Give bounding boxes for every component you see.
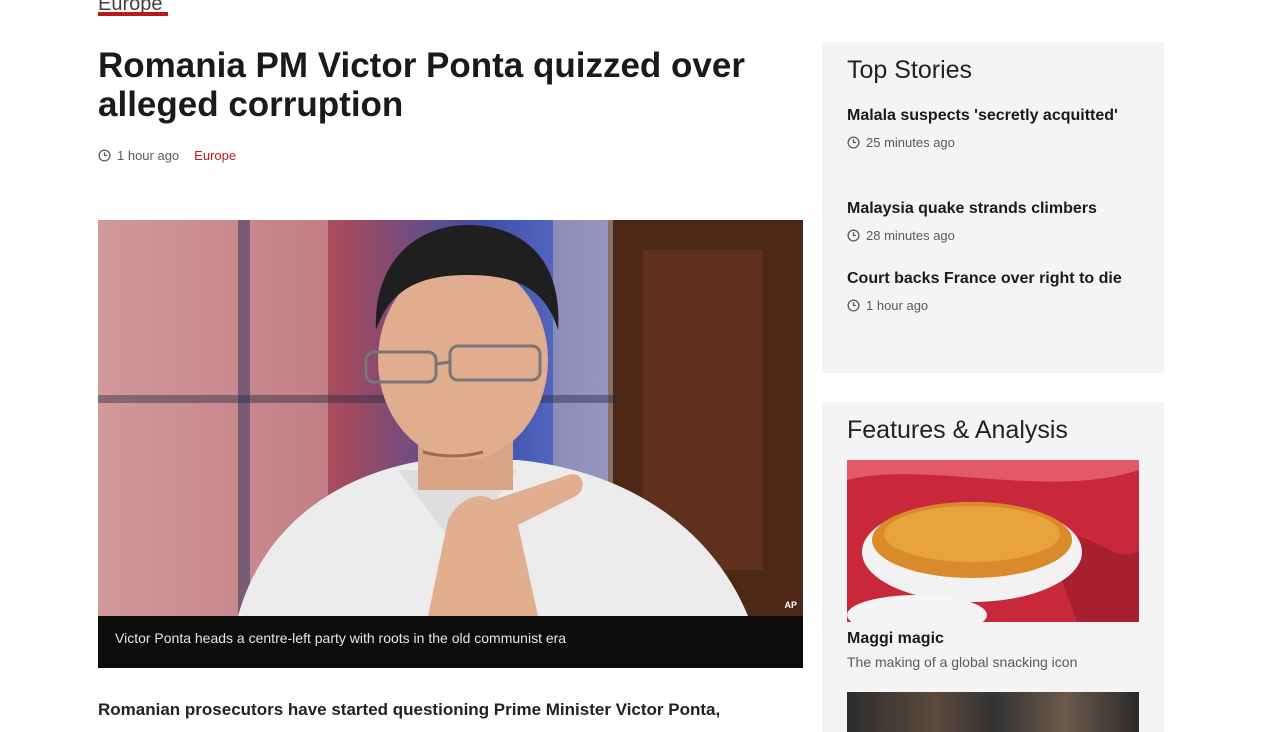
top-story-timestamp: 25 minutes ago [866, 135, 955, 150]
clock-icon [847, 229, 860, 242]
article-timestamp: 1 hour ago [117, 147, 180, 163]
clock-icon [847, 299, 860, 312]
top-story-timestamp: 1 hour ago [866, 298, 929, 313]
top-stories-panel: Top Stories Malala suspects 'secretly ac… [822, 42, 1164, 373]
top-story-timestamp: 28 minutes ago [866, 228, 955, 243]
feature-image[interactable] [847, 460, 1139, 622]
image-credit: AP [784, 600, 797, 610]
article-meta: 1 hour ago Europe [98, 146, 236, 164]
top-story-title[interactable]: Court backs France over right to die [847, 267, 1137, 291]
image-caption: Victor Ponta heads a centre-left party w… [115, 630, 567, 646]
features-panel: Features & Analysis Maggi magic The maki… [822, 402, 1164, 732]
top-story-time: 28 minutes ago [847, 228, 1137, 243]
feature-image[interactable] [847, 692, 1139, 732]
top-story-item[interactable]: Malaysia quake strands climbers 28 minut… [847, 197, 1137, 243]
article-section-link[interactable]: Europe [194, 148, 236, 163]
top-story-time: 25 minutes ago [847, 135, 1137, 150]
clock-icon [98, 148, 111, 162]
top-story-title[interactable]: Malala suspects 'secretly acquitted' [847, 104, 1137, 128]
features-heading: Features & Analysis [847, 416, 1068, 444]
top-story-item[interactable]: Court backs France over right to die 1 h… [847, 267, 1137, 313]
section-underline [98, 12, 168, 16]
top-story-item[interactable]: Malala suspects 'secretly acquitted' 25 … [847, 104, 1137, 150]
feature-summary: The making of a global snacking icon [847, 654, 1078, 670]
article-body-first-line: Romanian prosecutors have started questi… [98, 700, 721, 719]
top-story-title[interactable]: Malaysia quake strands climbers [847, 197, 1137, 221]
feature-photo [847, 460, 1139, 622]
hero-photo [98, 220, 803, 616]
clock-icon [847, 136, 860, 149]
top-story-time: 1 hour ago [847, 298, 1137, 313]
image-caption-bar: Victor Ponta heads a centre-left party w… [98, 616, 803, 668]
top-stories-heading: Top Stories [847, 56, 973, 84]
feature-title[interactable]: Maggi magic [847, 630, 944, 648]
article-hero-image: AP Victor Ponta heads a centre-left part… [98, 220, 803, 668]
article-headline: Romania PM Victor Ponta quizzed over all… [98, 46, 745, 124]
